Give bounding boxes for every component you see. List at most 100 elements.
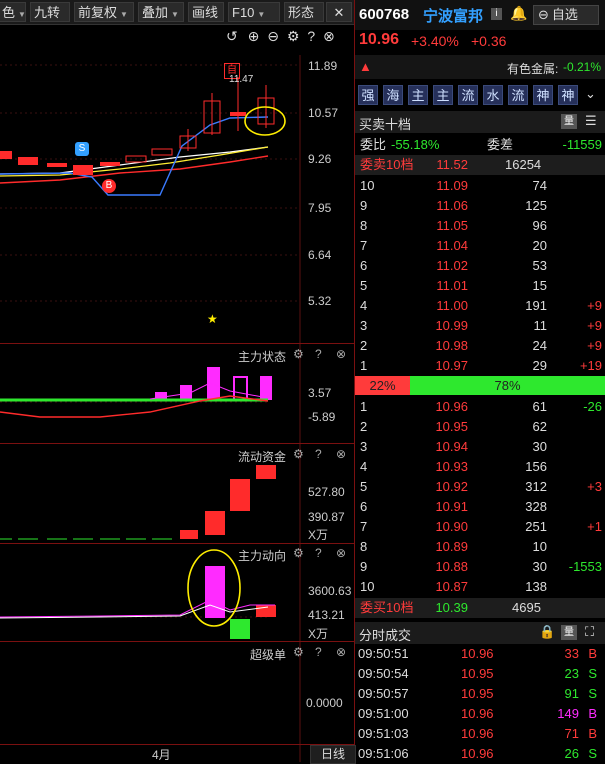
ask-row[interactable]: 3 10.99 11 +9	[355, 316, 605, 336]
settings-icon[interactable]: ⚙	[293, 447, 304, 461]
price: 10.92	[435, 479, 468, 494]
ask-row[interactable]: 7 11.04 20	[355, 236, 605, 256]
close-icon[interactable]: ✕	[326, 2, 352, 22]
menu-icon[interactable]: ☰	[585, 113, 597, 129]
f10-menu[interactable]: F10 ▼	[228, 2, 280, 22]
ask-row[interactable]: 8 11.05 96	[355, 216, 605, 236]
tick-row: 09:51:06 10.96 26 S	[355, 744, 605, 764]
tag-button[interactable]: 水	[483, 85, 503, 105]
tag-button[interactable]: 主	[433, 85, 453, 105]
ask-row[interactable]: 2 10.98 24 +9	[355, 336, 605, 356]
level: 5	[360, 479, 368, 494]
last-price: 10.96	[359, 31, 400, 48]
help-icon[interactable]: ?	[315, 546, 322, 560]
reset-icon[interactable]: ↺	[226, 28, 238, 44]
level: 6	[360, 499, 368, 514]
close-icon[interactable]: ⊗	[323, 28, 335, 44]
bid-row[interactable]: 8 10.89 10	[355, 537, 605, 557]
settings-icon[interactable]: ⚙	[287, 28, 300, 44]
close-icon[interactable]: ⊗	[336, 347, 346, 361]
stock-name[interactable]: 宁波富邦	[423, 5, 483, 26]
sector-name: 有色金属:	[507, 62, 559, 76]
panel-value: 0.0000	[306, 696, 343, 710]
volume-icon[interactable]: 量	[561, 625, 577, 640]
draw-line-button[interactable]: 画线	[188, 2, 224, 22]
level: 2	[360, 419, 368, 434]
help-icon[interactable]: ?	[307, 28, 315, 44]
bell-icon[interactable]: 🔔	[510, 5, 527, 22]
ask-row[interactable]: 10 11.09 74	[355, 176, 605, 196]
tag-button[interactable]: 神	[558, 85, 578, 105]
volume-change: -1553	[568, 559, 602, 574]
bid-row[interactable]: 1 10.96 61 -26	[355, 397, 605, 417]
settings-icon[interactable]: ⚙	[293, 546, 304, 560]
zoom-out-icon[interactable]: ⊖	[267, 28, 279, 44]
help-icon[interactable]: ?	[315, 347, 322, 361]
period-button[interactable]: 日线	[310, 745, 356, 764]
volume: 312	[525, 479, 547, 494]
zoom-in-icon[interactable]: ⊕	[248, 28, 260, 44]
bid-row[interactable]: 9 10.88 30 -1553	[355, 557, 605, 577]
bid-row[interactable]: 5 10.92 312 +3	[355, 477, 605, 497]
tick-row: 09:51:00 10.96 149 B	[355, 704, 605, 724]
help-icon[interactable]: ?	[315, 645, 322, 659]
sector-bar[interactable]: ▲ 有色金属: -0.21%	[355, 55, 605, 79]
bid-row[interactable]: 4 10.93 156	[355, 457, 605, 477]
panel-title: 主力动向	[238, 549, 287, 563]
change-percent: +3.40%	[411, 33, 459, 49]
tag-button[interactable]: 流	[508, 85, 528, 105]
price: 10.93	[435, 459, 468, 474]
price: 11.01	[436, 278, 468, 293]
fullscreen-icon[interactable]: ⛶	[585, 624, 594, 640]
settings-icon[interactable]: ⚙	[293, 347, 304, 361]
volume: 62	[532, 419, 547, 434]
overlay-label: 叠加	[142, 5, 169, 20]
watchlist-button[interactable]: ⊖ 自选	[533, 5, 599, 25]
expand-icon[interactable]: ⌄	[585, 86, 596, 102]
ask-row[interactable]: 4 11.00 191 +9	[355, 296, 605, 316]
bid-row[interactable]: 2 10.95 62	[355, 417, 605, 437]
tag-button[interactable]: 强	[358, 85, 378, 105]
tick-price: 10.96	[461, 746, 494, 761]
ask-row[interactable]: 5 11.01 15	[355, 276, 605, 296]
chevron-down-icon: ▼	[120, 10, 128, 19]
bid-row[interactable]: 10 10.87 138	[355, 577, 605, 597]
close-icon[interactable]: ⊗	[336, 645, 346, 659]
bid-row[interactable]: 7 10.90 251 +1	[355, 517, 605, 537]
bid-row[interactable]: 3 10.94 30	[355, 437, 605, 457]
close-icon[interactable]: ⊗	[336, 546, 346, 560]
panel-value: -5.89	[308, 410, 336, 424]
tag-button[interactable]: 流	[458, 85, 478, 105]
price-tick: 9.26	[308, 152, 332, 166]
ask-row[interactable]: 6 11.02 53	[355, 256, 605, 276]
level: 8	[360, 539, 368, 554]
volume-icon[interactable]: 量	[561, 114, 577, 129]
tag-button[interactable]: 主	[408, 85, 428, 105]
color-menu[interactable]: 色 ▼	[0, 2, 26, 22]
info-icon[interactable]: i	[491, 8, 502, 20]
tag-button[interactable]: 海	[383, 85, 403, 105]
pattern-button[interactable]: 形态	[284, 2, 324, 22]
jiuzhuan-button[interactable]: 九转	[30, 2, 70, 22]
volume: 10	[532, 539, 547, 554]
lock-icon[interactable]: 🔒	[539, 624, 555, 640]
adjust-menu[interactable]: 前复权 ▼	[74, 2, 134, 22]
volume: 74	[532, 178, 547, 193]
level: 1	[360, 399, 368, 414]
volume: 30	[532, 439, 547, 454]
panel-title: 流动资金	[238, 450, 287, 464]
close-icon[interactable]: ⊗	[336, 447, 346, 461]
settings-icon[interactable]: ⚙	[293, 645, 304, 659]
ask-row[interactable]: 9 11.06 125	[355, 196, 605, 216]
overlay-menu[interactable]: 叠加 ▼	[138, 2, 184, 22]
bid-row[interactable]: 6 10.91 328	[355, 497, 605, 517]
high-price-label: 11.47	[229, 74, 254, 85]
ticks-title: 分时成交	[359, 628, 412, 643]
price-tick: 10.57	[308, 106, 339, 120]
price-tick: 11.89	[308, 59, 338, 73]
tick-time: 09:51:03	[358, 726, 409, 741]
ask-row[interactable]: 1 10.97 29 +19	[355, 356, 605, 376]
tag-button[interactable]: 神	[533, 85, 553, 105]
chevron-down-icon: ▼	[171, 10, 179, 19]
help-icon[interactable]: ?	[315, 447, 322, 461]
